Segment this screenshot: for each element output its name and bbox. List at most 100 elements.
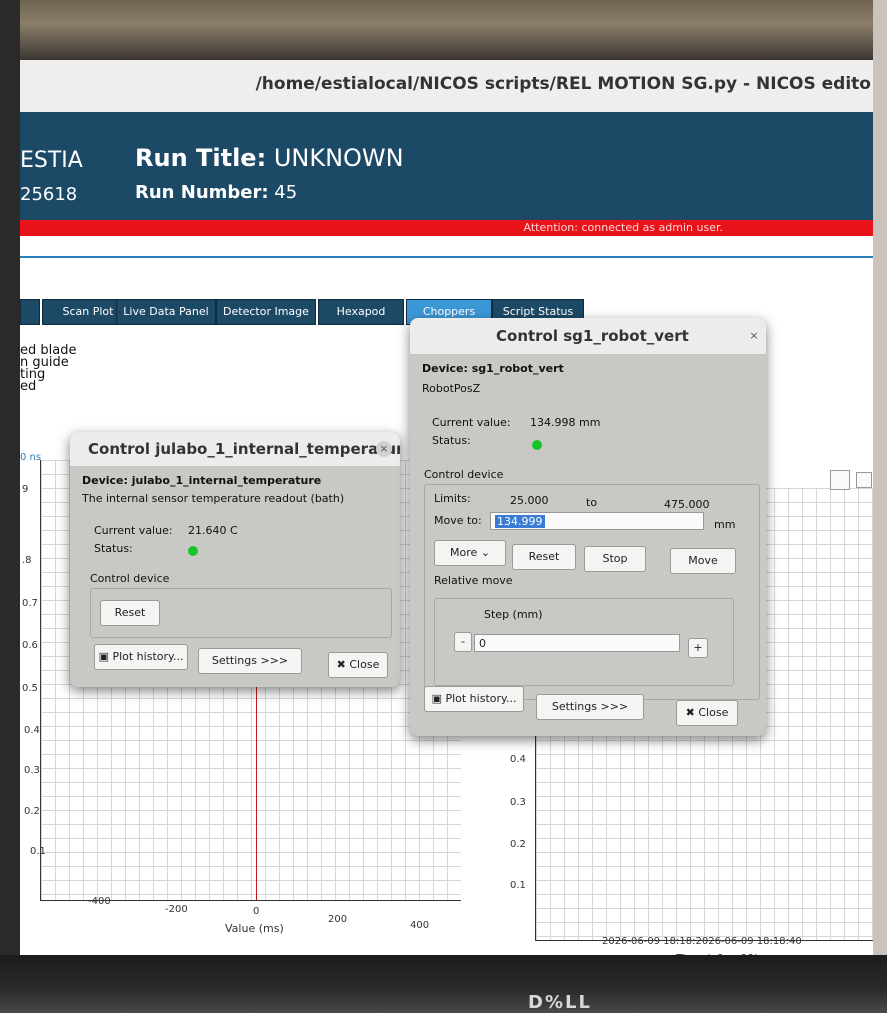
instrument-name: ESTIA [20,148,83,173]
dialog-titlebar: Control julabo_1_internal_temperature × [70,432,400,466]
status-label: Status: [94,542,133,555]
tab-partial[interactable] [20,299,40,325]
close-label: Close [698,706,729,719]
plot-history-button[interactable]: ▣ Plot history... [94,644,188,670]
x-tick: -400 [88,896,111,907]
close-label: Close [349,658,380,671]
y-tick: 9 [22,484,29,495]
step-minus-button[interactable]: - [454,632,472,652]
step-plus-button[interactable]: + [688,638,708,658]
window-titlebar: /home/estialocal/NICOS scripts/REL MOTIO… [20,60,873,112]
tab-hexapod[interactable]: Hexapod [318,299,404,325]
x-tick: 0 [253,906,260,917]
limits-to: to [586,496,598,509]
room-background-right [873,0,887,1013]
dialog-title: Control sg1_robot_vert [496,327,689,345]
settings-button[interactable]: Settings >>> [536,694,644,720]
x-tick: 2026-06-09 18:18:2026-06-09 18:18:40 [602,936,802,947]
settings-button[interactable]: Settings >>> [198,648,302,674]
move-button[interactable]: Move [670,548,736,574]
status-label: Status: [432,434,471,447]
monitor-bezel-left [0,0,20,1013]
run-id: 25618 [20,184,78,205]
x-tick: 200 [328,914,348,925]
y-tick: 0.3 [24,765,40,776]
time-label: 0 ns [20,452,42,463]
control-device-label: Control device [424,468,504,481]
limits-label: Limits: [434,492,471,505]
y-tick: 0.7 [22,598,38,609]
limit-high: 475.000 [664,498,710,511]
y-tick: 0.3 [510,797,526,808]
checkbox-partial[interactable] [856,472,872,488]
reset-button[interactable]: Reset [512,544,576,570]
step-input[interactable]: 0 [474,634,680,652]
close-icon[interactable]: × [746,328,762,344]
step-label: Step (mm) [484,608,543,621]
tab-live-data[interactable]: Live Data Panel [116,299,216,325]
y-tick: 0.2 [510,839,526,850]
admin-alert-banner: Attention: connected as admin user. [20,220,873,236]
side-text-list: ed blade n guide ting ed [20,344,76,394]
current-value: 21.640 C [188,524,238,537]
spinbox-partial[interactable] [830,470,850,490]
y-tick: 0.4 [510,754,526,765]
julabo-control-dialog: Control julabo_1_internal_temperature × … [70,432,400,687]
control-device-label: Control device [90,572,170,585]
room-background-top [0,0,887,60]
move-to-input[interactable]: 134.999 [490,512,704,530]
dialog-titlebar: Control sg1_robot_vert × [410,318,766,354]
x-axis-label: Value (ms) [225,922,284,935]
move-to-label: Move to: [434,514,482,527]
y-tick: 0.1 [510,880,526,891]
dialog-title: Control julabo_1_internal_temperature [88,440,400,458]
y-tick: 0.6 [22,640,38,651]
run-header: ESTIA 25618 Run Title: UNKNOWN Run Numbe… [20,112,873,220]
y-tick: 0.5 [22,683,38,694]
unit-label: mm [714,518,736,531]
run-title: Run Title: UNKNOWN [135,144,404,172]
current-value-label: Current value: [94,524,173,537]
relative-move-label: Relative move [434,574,513,587]
y-tick: .8 [22,555,32,566]
chevron-down-icon: ⌄ [477,546,490,559]
current-value: 134.998 mm [530,416,601,429]
status-ok-icon [532,440,542,450]
close-button[interactable]: ✖ Close [676,700,738,726]
plot-history-label: Plot history... [445,692,517,705]
more-dropdown-button[interactable]: More ⌄ [434,540,506,566]
close-icon: ✖ [336,658,350,671]
robot-control-dialog: Control sg1_robot_vert × Device: sg1_rob… [410,318,766,736]
device-name: Device: sg1_robot_vert [422,362,564,375]
close-button[interactable]: ✖ Close [328,652,388,678]
y-tick: 0.2 [24,806,40,817]
dialog-body: Device: julabo_1_internal_temperature Th… [70,466,400,687]
plot-history-label: Plot history... [112,650,184,663]
move-to-value: 134.999 [495,515,545,528]
side-text-item: ed [20,379,37,394]
dialog-body: Device: sg1_robot_vert RobotPosZ Current… [410,354,766,736]
stop-button[interactable]: Stop [584,546,646,572]
alert-text: Attention: connected as admin user. [523,221,723,234]
reset-button[interactable]: Reset [100,600,160,626]
y-tick: 0.1 [30,846,46,857]
window-title: /home/estialocal/NICOS scripts/REL MOTIO… [255,74,871,94]
monitor-brand-logo: D%LL [528,992,592,1013]
close-icon[interactable]: × [376,441,392,457]
device-name: Device: julabo_1_internal_temperature [82,474,322,487]
more-label: More [450,546,478,559]
device-description: The internal sensor temperature readout … [82,492,345,505]
current-value-label: Current value: [432,416,511,429]
y-tick: 0.4 [24,725,40,736]
x-tick: 400 [410,920,430,931]
status-ok-icon [188,546,198,556]
run-number: Run Number: 45 [135,182,298,203]
close-icon: ✖ [685,706,699,719]
chart-icon: ▣ [98,650,113,663]
tab-detector-image[interactable]: Detector Image [216,299,316,325]
x-tick: -200 [165,904,188,915]
device-description: RobotPosZ [422,382,481,395]
limit-low: 25.000 [510,494,549,507]
plot-history-button[interactable]: ▣ Plot history... [424,686,524,712]
monitor-bezel-bottom [0,955,887,1013]
